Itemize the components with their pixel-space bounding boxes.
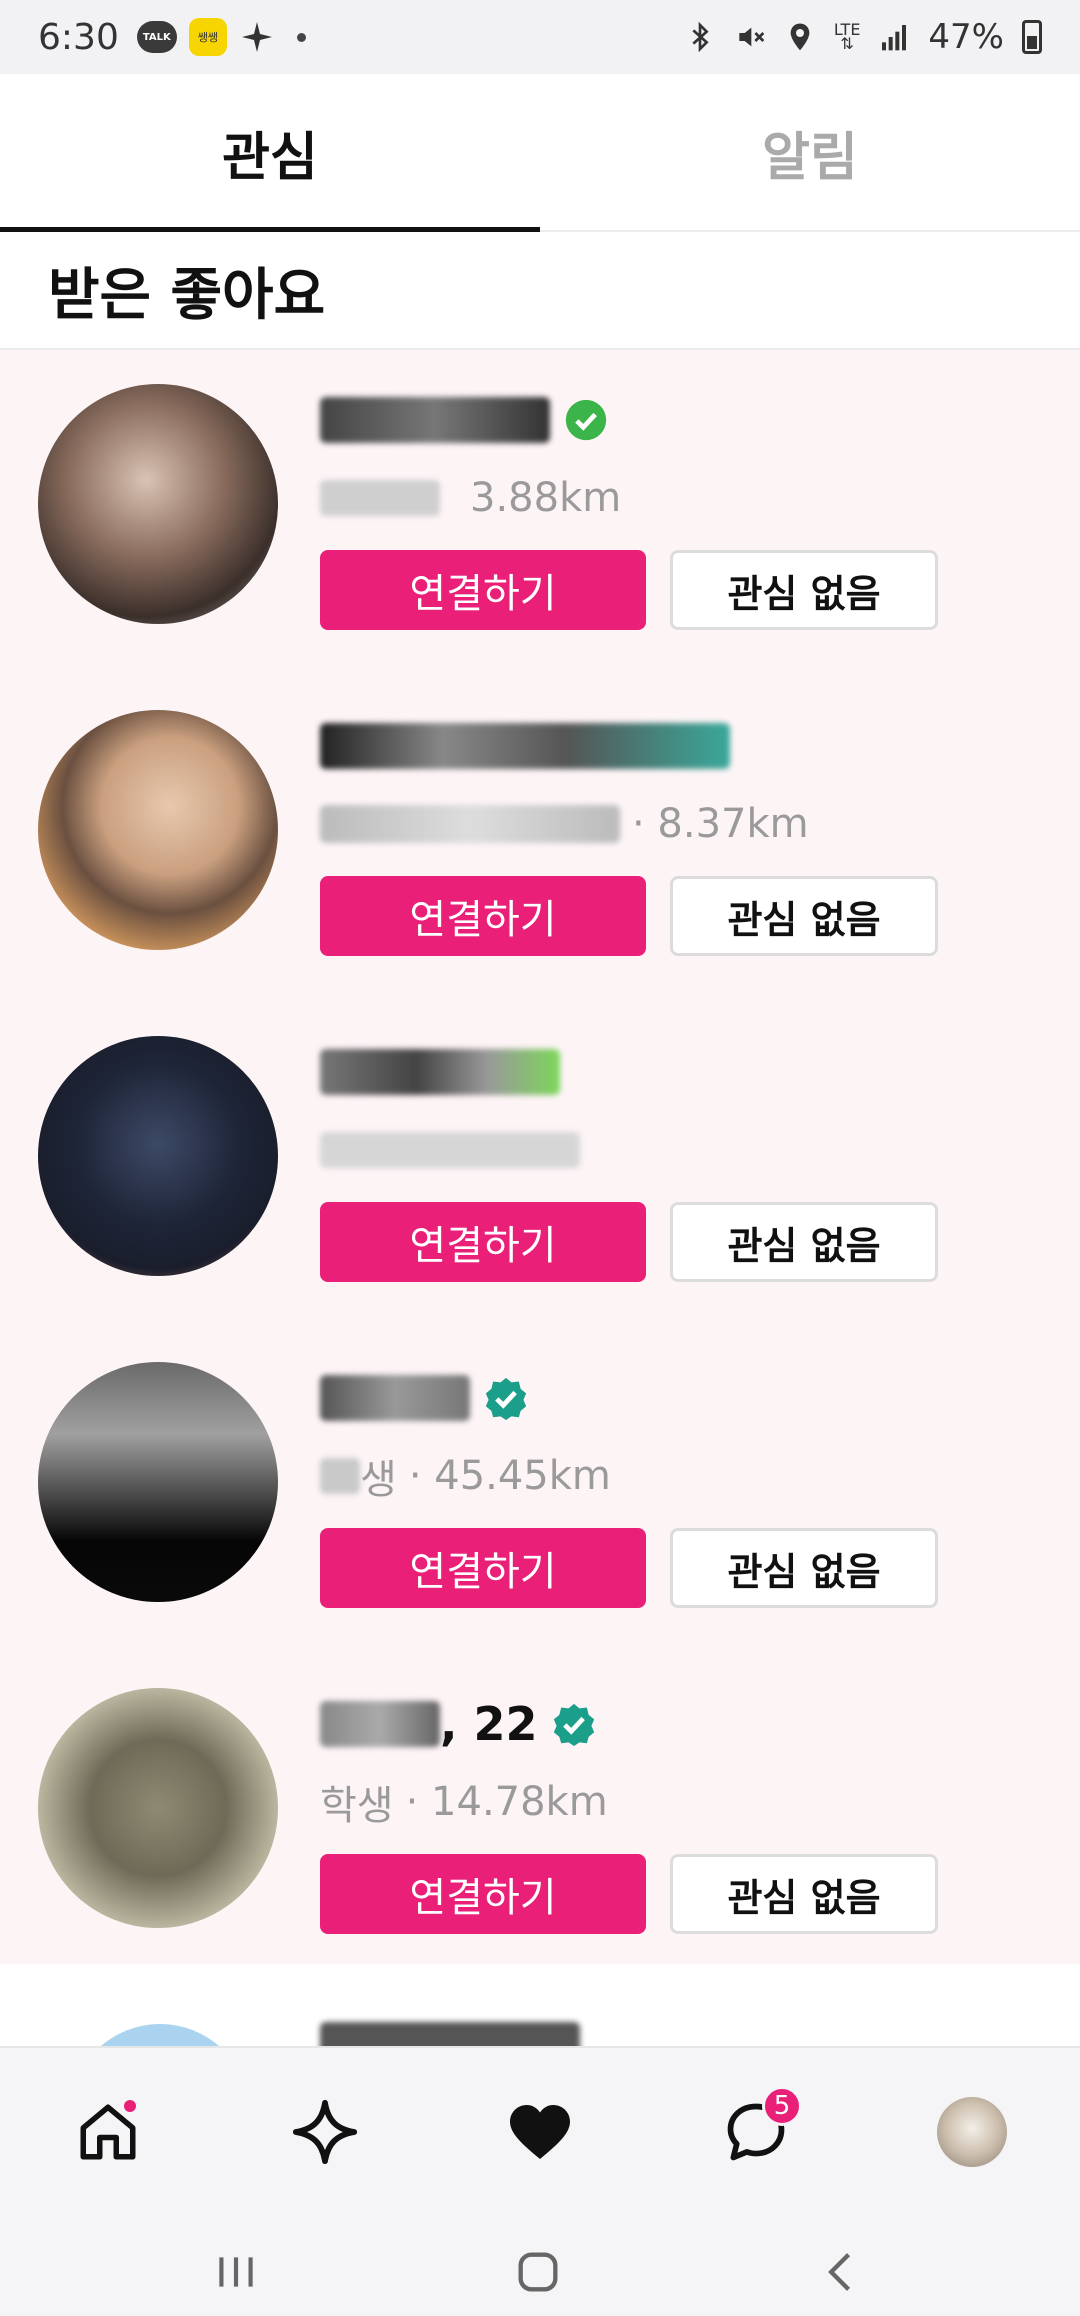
home-notification-dot [122,2098,138,2114]
back-icon [828,2253,851,2291]
chat-unread-badge: 5 [762,2086,802,2126]
person-name: , 22 [320,1694,596,1754]
home-system-icon [518,2252,558,2292]
nav-explore[interactable] [285,2092,365,2172]
blurred-job [320,480,440,516]
kakaotalk-icon: TALK [136,21,177,53]
not-interested-button[interactable]: 관심 없음 [670,876,938,956]
blurred-name [320,723,730,769]
nav-profile[interactable] [932,2092,1012,2172]
back-button[interactable] [812,2242,872,2302]
person-name [320,1368,528,1428]
verified-badge-icon [485,1377,527,1420]
person-meta: 3.88km [320,470,621,526]
bluetooth-icon [692,21,709,53]
heart-icon [510,2105,570,2159]
avatar[interactable] [38,710,278,950]
person-name [320,390,608,450]
sparkle-notification-icon [241,22,272,52]
profile-avatar [937,2097,1007,2167]
blurred-name [320,397,550,443]
connect-button[interactable]: 연결하기 [320,876,646,956]
sparkle-icon [292,2099,358,2165]
recent-apps-button[interactable] [206,2242,266,2302]
blurred-job [320,1458,360,1494]
person-meta: · 8.37km [320,796,809,852]
nav-chat[interactable]: 5 [716,2086,802,2172]
blurred-job [320,805,620,843]
blurred-name [320,2022,580,2046]
vibrate-mute-icon [739,27,765,47]
lte-icon: LTE ⇅ [833,20,861,53]
verified-badge-icon [553,1703,594,1746]
blurred-name [320,1375,470,1421]
avatar[interactable] [38,1688,278,1928]
nav-home[interactable] [68,2092,148,2172]
tab-bar: 관심 알림 [0,74,1080,232]
list-item[interactable]: 3.88km 연결하기 관심 없음 [0,350,1080,676]
tab-notifications[interactable]: 알림 [540,74,1080,230]
connect-button[interactable]: 연결하기 [320,1854,646,1934]
not-interested-button[interactable]: 관심 없음 [670,1202,938,1282]
person-meta: 학생 · 14.78km [320,1779,608,1829]
tab-interest[interactable]: 관심 [0,74,540,232]
list-item[interactable]: 연결하기 관심 없음 [0,1002,1080,1328]
list-item-partial[interactable] [0,1964,1080,2046]
verified-badge-icon [565,399,607,441]
person-name [320,716,730,776]
not-interested-button[interactable]: 관심 없음 [670,1854,938,1934]
avatar[interactable] [70,2024,250,2046]
connect-button[interactable]: 연결하기 [320,550,646,630]
status-time: 6:30 [38,16,119,58]
person-name [320,1042,560,1102]
signal-icon [882,25,907,51]
person-meta [320,1122,580,1178]
list-item[interactable]: 생 · 45.45km 연결하기 관심 없음 [0,1328,1080,1654]
status-bar: 6:30 TALK 쌩쌩 LTE ⇅ 47% [0,0,1080,74]
blurred-job [320,1132,580,1168]
list-item[interactable]: , 22 학생 · 14.78km 연결하기 관심 없음 [0,1654,1080,1980]
avatar[interactable] [38,384,278,624]
recent-apps-icon [219,2257,253,2287]
connect-button[interactable]: 연결하기 [320,1528,646,1608]
blurred-name [320,1701,440,1747]
section-title: 받은 좋아요 [0,232,1080,350]
battery-percent: 47% [928,17,1004,57]
list-item[interactable]: · 8.37km 연결하기 관심 없음 [0,676,1080,1002]
nav-likes[interactable] [500,2092,580,2172]
blurred-name [320,1049,560,1095]
location-icon [790,23,810,51]
bottom-navigation: 5 [0,2046,1080,2232]
app-notification-icon: 쌩쌩 [188,18,227,56]
home-system-button[interactable] [508,2242,568,2302]
avatar[interactable] [38,1362,278,1602]
not-interested-button[interactable]: 관심 없음 [670,550,938,630]
more-notifications-dot [296,32,306,42]
person-meta: 생 · 45.45km [320,1448,611,1504]
not-interested-button[interactable]: 관심 없음 [670,1528,938,1608]
system-navigation-bar [0,2232,1080,2316]
likes-list: 3.88km 연결하기 관심 없음 · 8.37km 연결하기 관심 없음 연결… [0,350,1080,1964]
battery-icon [1022,20,1042,54]
connect-button[interactable]: 연결하기 [320,1202,646,1282]
avatar[interactable] [38,1036,278,1276]
